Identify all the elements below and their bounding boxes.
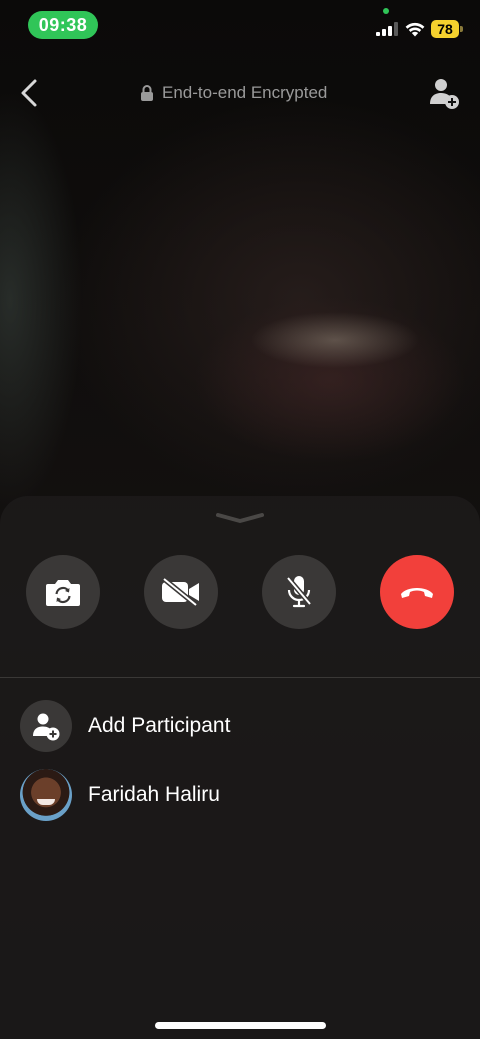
- back-button[interactable]: [14, 76, 44, 110]
- add-participant-icon-wrap: [20, 700, 72, 752]
- end-call-button[interactable]: [380, 555, 454, 629]
- lock-icon: [141, 85, 153, 101]
- avatar: [20, 769, 72, 821]
- battery-level: 78: [431, 20, 459, 38]
- flip-camera-button[interactable]: [26, 555, 100, 629]
- video-off-icon: [162, 577, 199, 607]
- battery-indicator: 78: [431, 20, 463, 38]
- status-time: 09:38: [28, 11, 98, 39]
- video-toggle-button[interactable]: [144, 555, 218, 629]
- camera-in-use-indicator: [383, 8, 389, 14]
- sheet-divider: [0, 677, 480, 678]
- add-participant-button[interactable]: [428, 76, 460, 110]
- mic-off-icon: [286, 576, 312, 608]
- home-indicator[interactable]: [155, 1022, 326, 1029]
- participant-row[interactable]: Faridah Haliru: [20, 769, 460, 821]
- mute-button[interactable]: [262, 555, 336, 629]
- collapse-chevron-icon[interactable]: [214, 512, 266, 524]
- camera-flip-icon: [46, 580, 80, 606]
- phone-hangup-icon: [401, 588, 433, 598]
- status-bar: 09:38 78: [0, 0, 480, 50]
- add-participant-label: Add Participant: [88, 714, 231, 737]
- battery-nub: [460, 26, 463, 32]
- person-add-icon: [430, 79, 459, 109]
- call-controls: [0, 555, 480, 629]
- wifi-icon: [405, 22, 425, 37]
- add-participant-row[interactable]: Add Participant: [20, 700, 460, 752]
- person-add-icon: [33, 713, 60, 741]
- encryption-status: End-to-end Encrypted: [140, 80, 327, 106]
- participant-name: Faridah Haliru: [88, 783, 220, 806]
- cellular-signal-icon: [376, 22, 398, 36]
- encryption-label: End-to-end Encrypted: [162, 83, 328, 102]
- chevron-left-icon: [21, 79, 37, 107]
